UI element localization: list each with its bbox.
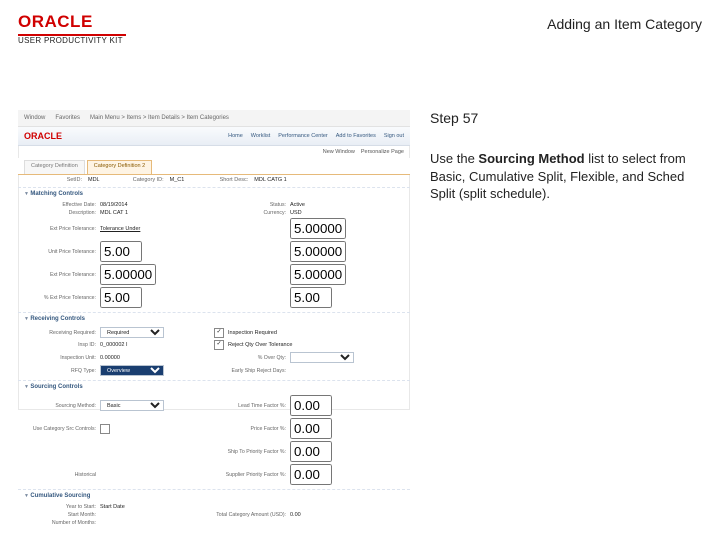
inspid-label: Insp ID: [24, 342, 96, 348]
nav-signout[interactable]: Sign out [384, 133, 404, 139]
insp-req-checkbox[interactable] [214, 328, 224, 338]
unitprice-input[interactable] [100, 241, 142, 262]
recv-req-label: Receiving Required: [24, 330, 96, 336]
sourcing-method-label: Sourcing Method: [24, 403, 96, 409]
brand-text: ORACLE [24, 131, 62, 141]
insp-unit-value: 0.00000 [100, 355, 120, 361]
setid-value: MDL [88, 177, 100, 183]
total-amt-value: 0.00 [290, 512, 301, 518]
cat-label: Category ID: [106, 177, 164, 183]
price-label: Price Factor %: [214, 426, 286, 432]
supp-input[interactable] [290, 464, 332, 485]
desc-value: MDL CAT 1 [100, 210, 128, 216]
over-qty-select[interactable] [290, 352, 354, 363]
hist-label: Historical [24, 472, 96, 478]
page-title: Adding an Item Category [547, 16, 702, 32]
app-screenshot: Window Favorites Main Menu > Items > Ite… [18, 110, 410, 410]
extprice-label: Ext Price Tolerance: [24, 226, 96, 232]
cat-value: M_C1 [170, 177, 185, 183]
status-label: Status: [214, 202, 286, 208]
favorites-menu[interactable]: Favorites [55, 115, 80, 121]
curr-value: USD [290, 210, 302, 216]
rfq-type-label: RFQ Type: [24, 368, 96, 374]
nav-home[interactable]: Home [228, 133, 243, 139]
rfq-type-select[interactable]: Overview [100, 365, 164, 376]
sourcing-method-select[interactable]: Basic [100, 400, 164, 411]
tol-under-label: Tolerance Under [100, 226, 140, 232]
short-label: Short Desc: [190, 177, 248, 183]
unitprice-under-input[interactable] [290, 241, 346, 262]
step-instruction: Use the Sourcing Method list to select f… [430, 150, 702, 203]
year-start-label: Year to Start: [24, 504, 96, 510]
lead-label: Lead Time Factor %: [214, 403, 286, 409]
status-value: Active [290, 202, 305, 208]
nav-worklist[interactable]: Worklist [251, 133, 270, 139]
eff-date-value: 08/19/2014 [100, 202, 128, 208]
unitprice-label: Unit Price Tolerance: [24, 249, 96, 255]
new-window-link[interactable]: New Window [323, 149, 355, 155]
personalize-link[interactable]: Personalize Page [361, 149, 404, 155]
eff-date-label: Effective Date: [24, 202, 96, 208]
pctext-under-input[interactable] [290, 287, 332, 308]
over-qty-label: % Over Qty: [214, 355, 286, 361]
section-receiving[interactable]: Receiving Controls [18, 312, 410, 325]
reject-tol-checkbox[interactable] [214, 340, 224, 350]
insp-unit-label: Inspection Unit: [24, 355, 96, 361]
step-label: Step 57 [430, 110, 702, 126]
window-menu[interactable]: Window [24, 115, 45, 121]
curr-label: Currency: [214, 210, 286, 216]
oracle-logo: ORACLE USER PRODUCTIVITY KIT [18, 12, 126, 45]
desc-label: Description: [24, 210, 96, 216]
year-start-value: Start Date [100, 504, 125, 510]
lead-input[interactable] [290, 395, 332, 416]
num-months-label: Number of Months: [24, 520, 96, 526]
nav-perf[interactable]: Performance Center [278, 133, 328, 139]
reject-tol-label: Reject Qty Over Tolerance [228, 342, 292, 348]
recv-req-select[interactable]: Required [100, 327, 164, 338]
nav-fav[interactable]: Add to Favorites [336, 133, 376, 139]
early-days-label: Early Ship Reject Days: [214, 368, 286, 374]
extprice2-under-input[interactable] [290, 264, 346, 285]
extprice2-input[interactable] [100, 264, 156, 285]
insp-req-label: Inspection Required [228, 330, 277, 336]
ship-input[interactable] [290, 441, 332, 462]
supp-label: Supplier Priority Factor %: [214, 472, 286, 478]
extprice2-label: Ext Price Tolerance: [24, 272, 96, 278]
tab-cat-def[interactable]: Category Definition [24, 160, 85, 174]
total-amt-label: Total Category Amount (USD): [214, 512, 286, 518]
short-value: MDL CATG 1 [254, 177, 286, 183]
ship-label: Ship To Priority Factor %: [214, 449, 286, 455]
tab-cat-def-2[interactable]: Category Definition 2 [87, 160, 152, 174]
section-sourcing[interactable]: Sourcing Controls [18, 380, 410, 393]
pctext-label: % Ext Price Tolerance: [24, 295, 96, 301]
setid-label: SetID: [24, 177, 82, 183]
section-cumulative[interactable]: Cumulative Sourcing [18, 489, 410, 502]
breadcrumb[interactable]: Main Menu > Items > Item Details > Item … [90, 115, 229, 121]
pctext-input[interactable] [100, 287, 142, 308]
extprice-under-input[interactable] [290, 218, 346, 239]
start-month-label: Start Month: [24, 512, 96, 518]
use-cat-label: Use Category Src Controls: [24, 426, 96, 432]
use-cat-checkbox[interactable] [100, 424, 110, 434]
section-matching[interactable]: Matching Controls [18, 187, 410, 200]
inspid-value: 0_000002 I [100, 342, 128, 348]
price-input[interactable] [290, 418, 332, 439]
